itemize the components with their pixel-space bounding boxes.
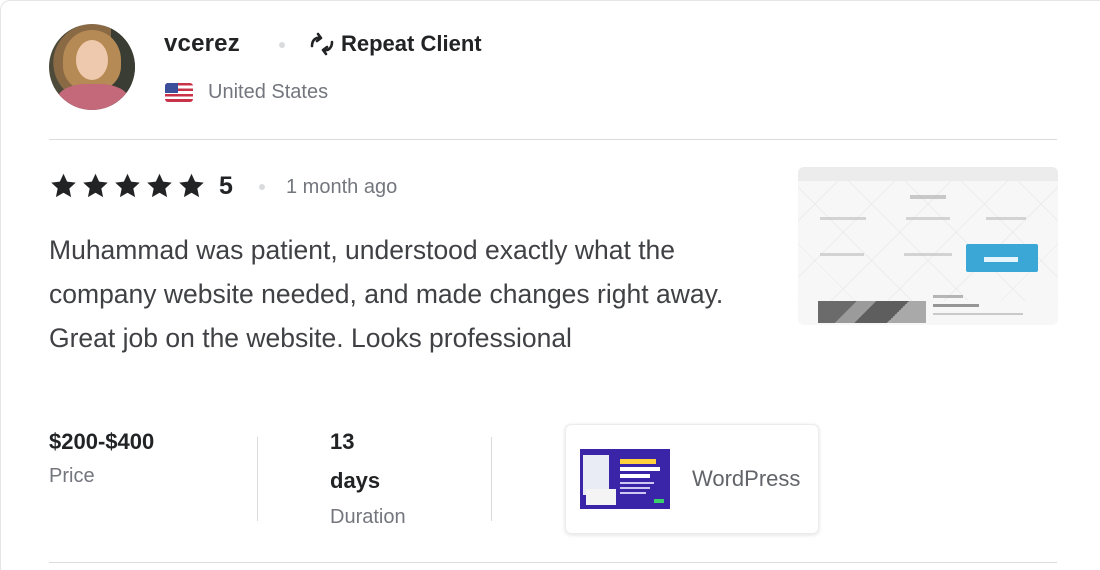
star-icon [83, 173, 108, 198]
reviewer-username[interactable]: vcerez [164, 30, 240, 58]
reviewer-country: United States [208, 81, 329, 103]
repeat-client-label: Repeat Client [341, 31, 482, 56]
review-text: Muhammad was patient, understood exactly… [49, 235, 724, 353]
divider [49, 139, 1057, 140]
review-card: vcerez Repeat Client United States 5 1 m… [0, 0, 1100, 570]
star-icon [179, 173, 204, 198]
star-icon [147, 173, 172, 198]
star-icon [115, 173, 140, 198]
separator-dot [279, 42, 285, 48]
review-attachment-image[interactable] [798, 167, 1058, 325]
separator-dot [259, 184, 265, 190]
price-value: $200-$400 [49, 429, 155, 454]
review-time: 1 month ago [286, 176, 398, 198]
meta-divider [491, 437, 492, 521]
duration-label: Duration [330, 506, 406, 528]
divider [49, 562, 1057, 563]
avatar[interactable] [49, 24, 135, 110]
gig-thumbnail [580, 449, 670, 509]
repeat-client-badge: Repeat Client [308, 31, 482, 57]
star-rating [49, 172, 206, 200]
duration-value-unit: days [330, 468, 381, 493]
star-icon [51, 173, 76, 198]
gig-card[interactable]: WordPress [565, 424, 819, 534]
price-label: Price [49, 465, 95, 487]
duration-value-number: 13 [330, 429, 355, 454]
gig-title: WordPress [692, 466, 801, 491]
meta-divider [257, 437, 258, 521]
rating-value: 5 [219, 172, 233, 200]
us-flag-icon [165, 83, 193, 102]
repeat-icon [310, 32, 334, 56]
